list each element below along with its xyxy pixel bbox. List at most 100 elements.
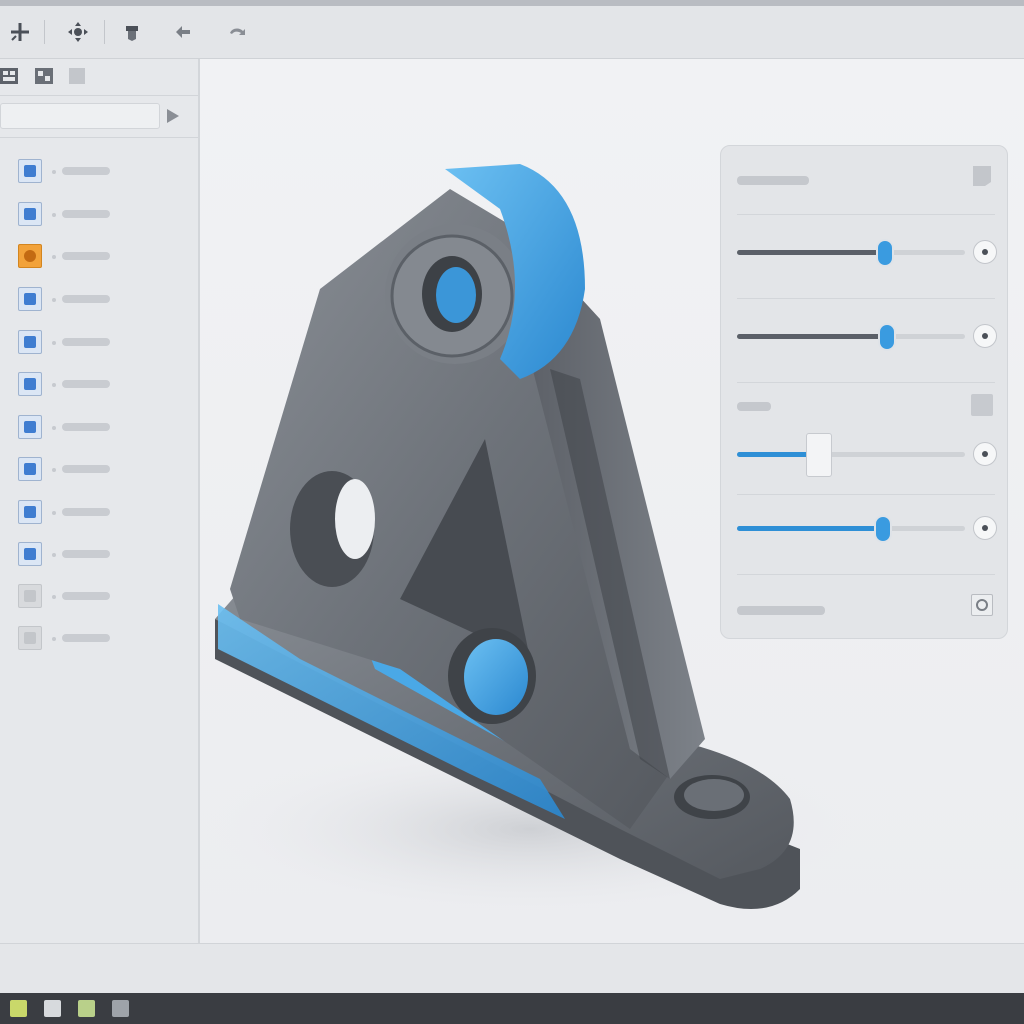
slider-handle[interactable]	[876, 239, 894, 267]
tree-item[interactable]	[10, 496, 190, 528]
toolbar-separator	[44, 20, 45, 44]
toolbar-separator	[104, 20, 105, 44]
tree-bullet	[52, 595, 56, 599]
color-swatch[interactable]	[971, 394, 993, 416]
part-icon[interactable]	[116, 18, 148, 46]
suppressed-icon	[18, 584, 42, 608]
slider-toggle[interactable]	[973, 240, 997, 264]
tree-bullet	[52, 255, 56, 259]
tree-item[interactable]	[10, 453, 190, 485]
files-icon[interactable]	[78, 1000, 95, 1017]
panel-divider	[737, 494, 995, 495]
end-hole-inner	[684, 779, 744, 811]
tree-item-label	[62, 508, 110, 516]
tree-item[interactable]	[10, 368, 190, 400]
tree-bullet	[52, 637, 56, 641]
side-hole-through	[335, 479, 375, 559]
slider-handle[interactable]	[806, 433, 832, 477]
panel-divider	[737, 298, 995, 299]
property-tab-icon[interactable]	[34, 66, 54, 86]
tree-item-label	[62, 210, 110, 218]
slider-handle[interactable]	[874, 515, 892, 543]
tree-item-label	[62, 465, 110, 473]
tree-item-label	[62, 167, 110, 175]
panel-menu-icon[interactable]	[971, 164, 993, 188]
fillet-icon	[18, 372, 42, 396]
slider-toggle[interactable]	[973, 324, 997, 348]
panel-divider	[737, 382, 995, 383]
tree-bullet	[52, 170, 56, 174]
cut-icon	[18, 330, 42, 354]
config-tab-icon[interactable]	[68, 66, 88, 86]
tree-bullet	[52, 383, 56, 387]
slider-1[interactable]	[737, 234, 997, 270]
sketch-icon	[18, 202, 42, 226]
pattern-icon	[18, 500, 42, 524]
tools-icon[interactable]	[112, 1000, 129, 1017]
slider-handle[interactable]	[878, 323, 896, 351]
slider-4[interactable]	[737, 510, 997, 546]
tree-bullet	[52, 298, 56, 302]
tree-item-label	[62, 295, 110, 303]
panel-divider	[0, 137, 198, 138]
panel-title	[737, 176, 809, 185]
panel-tabs	[0, 59, 198, 96]
tree-item[interactable]	[10, 240, 190, 272]
slider-2[interactable]	[737, 318, 997, 354]
tree-item[interactable]	[10, 198, 190, 230]
hole-feature-icon	[18, 244, 42, 268]
app-icon[interactable]	[10, 1000, 27, 1017]
tree-bullet	[52, 426, 56, 430]
slider-fill	[737, 334, 887, 339]
feature-search-input[interactable]	[0, 103, 160, 129]
feature-tree-tab-icon[interactable]	[0, 66, 20, 86]
move-icon[interactable]	[4, 18, 36, 46]
status-bar	[0, 943, 1024, 994]
redo-icon[interactable]	[222, 18, 254, 46]
folder-icon[interactable]	[44, 1000, 61, 1017]
tree-bullet	[52, 553, 56, 557]
tree-item[interactable]	[10, 283, 190, 315]
tree-item[interactable]	[10, 538, 190, 570]
tree-item[interactable]	[10, 622, 190, 654]
tree-item-label	[62, 252, 110, 260]
revolve-icon	[18, 542, 42, 566]
pan-icon[interactable]	[62, 18, 94, 46]
slider-toggle[interactable]	[973, 442, 997, 466]
tree-item-label	[62, 634, 110, 642]
assembly-icon	[18, 159, 42, 183]
tree-bullet	[52, 511, 56, 515]
panel-divider	[737, 574, 995, 575]
extrude-icon	[18, 287, 42, 311]
tree-item-label	[62, 592, 110, 600]
taskbar	[0, 993, 1024, 1024]
undo-icon[interactable]	[168, 18, 200, 46]
settings-icon[interactable]	[971, 594, 993, 616]
tree-bullet	[52, 213, 56, 217]
chamfer-icon	[18, 415, 42, 439]
play-icon[interactable]	[164, 106, 182, 126]
tree-item-label	[62, 423, 110, 431]
tree-item-label	[62, 550, 110, 558]
tree-item-label	[62, 380, 110, 388]
3d-viewport[interactable]	[200, 59, 1024, 943]
slider-fill	[737, 526, 883, 531]
slider-fill	[737, 250, 885, 255]
tree-bullet	[52, 341, 56, 345]
boss-hole-blue	[436, 267, 476, 323]
lower-hole-blue	[464, 639, 528, 715]
tree-bullet	[52, 468, 56, 472]
tree-item[interactable]	[10, 580, 190, 612]
footer-label	[737, 606, 825, 615]
tree-item[interactable]	[10, 411, 190, 443]
slider-3[interactable]	[737, 433, 997, 477]
properties-panel	[720, 145, 1008, 639]
body-icon	[18, 626, 42, 650]
plane-icon	[18, 457, 42, 481]
tree-item[interactable]	[10, 155, 190, 187]
section-label	[737, 402, 771, 411]
main-toolbar	[0, 6, 1024, 59]
tree-item[interactable]	[10, 326, 190, 358]
slider-toggle[interactable]	[973, 516, 997, 540]
tree-item-label	[62, 338, 110, 346]
